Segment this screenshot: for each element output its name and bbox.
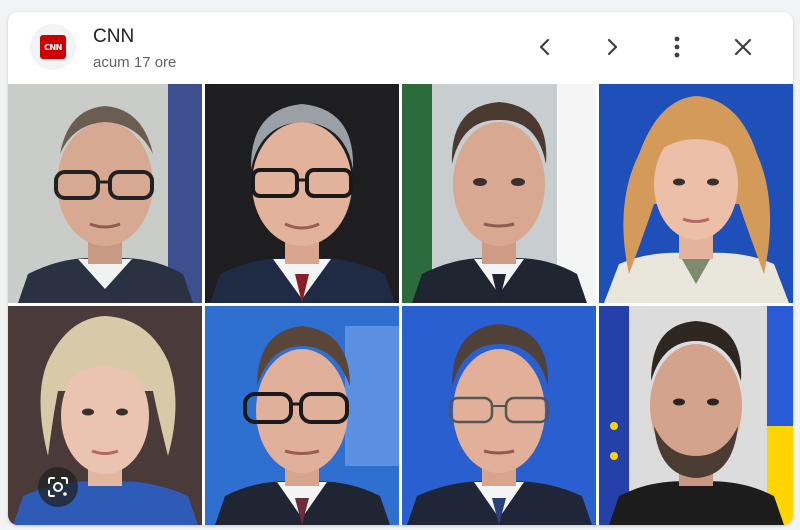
- photo-tile-4[interactable]: [599, 84, 793, 303]
- close-icon: [734, 38, 752, 56]
- photo-tile-2[interactable]: [205, 84, 399, 303]
- source-name[interactable]: CNN: [93, 26, 134, 48]
- portrait-image: [205, 306, 399, 525]
- chevron-right-icon: [607, 38, 618, 56]
- photo-tile-7[interactable]: [402, 306, 596, 525]
- photo-tile-3[interactable]: [402, 84, 596, 303]
- previous-button[interactable]: [528, 30, 562, 64]
- photo-tile-1[interactable]: [8, 84, 202, 303]
- photo-tile-5[interactable]: [8, 306, 202, 525]
- portrait-image: [599, 84, 793, 303]
- portrait-image: [8, 84, 202, 303]
- more-vert-icon: [674, 36, 680, 58]
- portrait-image: [402, 84, 596, 303]
- source-logo[interactable]: CNN: [30, 24, 76, 70]
- portrait-image: [599, 306, 793, 525]
- more-options-button[interactable]: [660, 30, 694, 64]
- cnn-logo-mark: CNN: [40, 35, 66, 59]
- lens-search-button[interactable]: [38, 467, 78, 507]
- photo-tile-8[interactable]: [599, 306, 793, 525]
- card-header: CNN CNN acum 17 ore: [8, 12, 793, 84]
- portrait-image: [402, 306, 596, 525]
- published-time: acum 17 ore: [93, 54, 177, 71]
- lens-icon: [48, 477, 68, 497]
- news-image-card: CNN CNN acum 17 ore: [8, 12, 793, 525]
- next-button[interactable]: [595, 30, 629, 64]
- image-grid: [8, 84, 793, 525]
- close-button[interactable]: [726, 30, 760, 64]
- chevron-left-icon: [539, 38, 550, 56]
- portrait-image: [8, 306, 202, 525]
- photo-tile-6[interactable]: [205, 306, 399, 525]
- portrait-image: [205, 84, 399, 303]
